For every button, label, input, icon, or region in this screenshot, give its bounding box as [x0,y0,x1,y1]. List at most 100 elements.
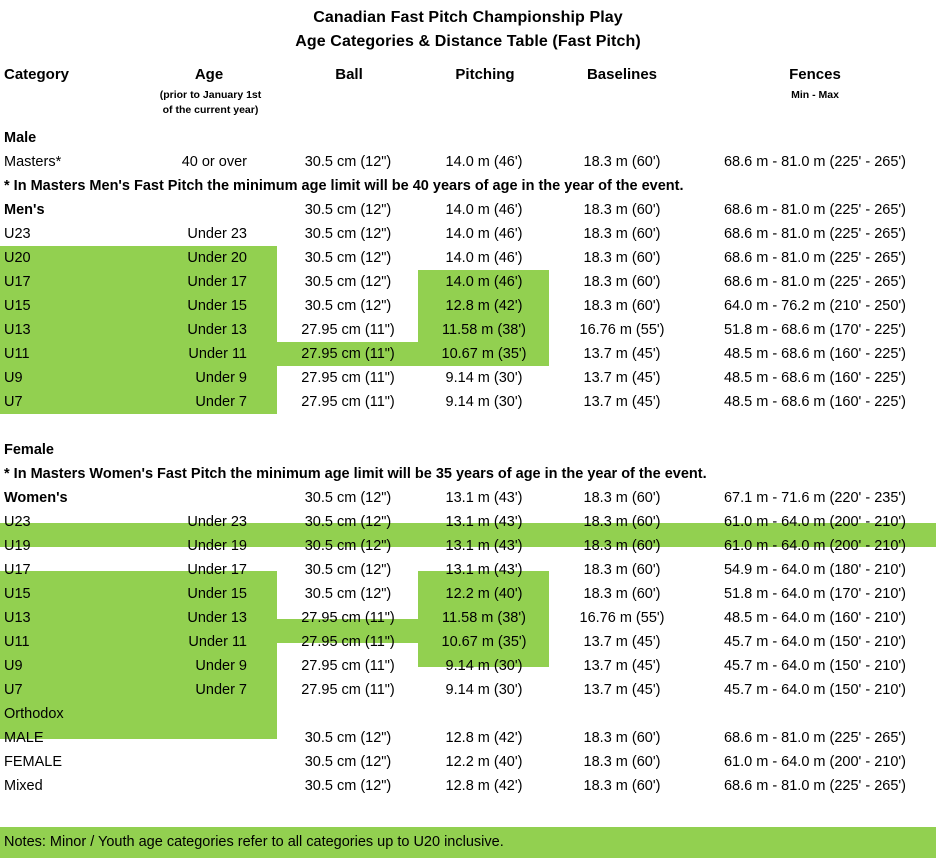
cell-age: Under 20 [187,250,247,266]
table-row: U23 Under 23 30.5 cm (12") 14.0 m (46') … [0,222,936,246]
table-row: U11 Under 11 27.95 cm (11") 10.67 m (35'… [0,342,936,366]
cell-pitching: 11.58 m (38') [442,322,526,338]
cell-category: U11 [4,634,30,650]
male-masters-note-row: * In Masters Men's Fast Pitch the minimu… [0,174,936,198]
cell-fences: 68.6 m - 81.0 m (225' - 265') [723,778,907,794]
cell-fences: 48.5 m - 68.6 m (160' - 225') [723,370,907,386]
table-row: U20 Under 20 30.5 cm (12") 14.0 m (46') … [0,246,936,270]
cell-category: U19 [4,538,31,554]
cell-ball: 30.5 cm (12") [304,730,392,746]
cell-category: Women's [4,490,68,506]
cell-age: Under 19 [187,538,247,554]
cell-pitching: 12.8 m (42') [445,778,523,794]
cell-pitching: 11.58 m (38') [442,610,526,626]
cell-fences: 48.5 m - 68.6 m (160' - 225') [723,394,907,410]
cell-baselines: 18.3 m (60') [583,562,661,578]
cell-age: 40 or over [181,154,247,170]
cell-baselines: 16.76 m (55') [579,322,665,338]
cell-baselines: 13.7 m (45') [583,658,661,674]
cell-baselines: 18.3 m (60') [583,538,661,554]
cell-fences: 45.7 m - 64.0 m (150' - 210') [723,658,907,674]
title-line-1: Canadian Fast Pitch Championship Play [313,9,623,26]
cell-ball: 27.95 cm (11") [301,346,395,362]
cell-age: Under 7 [195,682,247,698]
cell-fences: 48.5 m - 68.6 m (160' - 225') [723,346,907,362]
cell-category: Masters* [4,154,62,170]
cell-baselines: 13.7 m (45') [583,634,661,650]
cell-age: Under 9 [195,658,247,674]
cell-fences: 68.6 m - 81.0 m (225' - 265') [723,226,907,242]
column-header-age: Age [194,66,224,83]
table-row: U17 Under 17 30.5 cm (12") 14.0 m (46') … [0,270,936,294]
cell-fences: 68.6 m - 81.0 m (225' - 265') [723,274,907,290]
cell-fences: 61.0 m - 64.0 m (200' - 210') [723,538,907,554]
table-row: U19 Under 19 30.5 cm (12") 13.1 m (43') … [0,534,936,558]
cell-fences: 61.0 m - 64.0 m (200' - 210') [723,514,907,530]
table-row: Masters* 40 or over 30.5 cm (12") 14.0 m… [0,150,936,174]
cell-ball: 27.95 cm (11") [301,370,395,386]
cell-category: U7 [4,394,23,410]
cell-category: U20 [4,250,31,266]
cell-ball: 30.5 cm (12") [304,490,392,506]
cell-category: U11 [4,346,30,362]
section-label-male: Male [4,130,37,146]
cell-fences: 48.5 m - 64.0 m (160' - 210') [723,610,907,626]
cell-baselines: 18.3 m (60') [583,730,661,746]
cell-fences: 54.9 m - 64.0 m (180' - 210') [723,562,907,578]
cell-baselines: 13.7 m (45') [583,370,661,386]
cell-category: MALE [4,730,44,746]
table-row: U9 Under 9 27.95 cm (11") 9.14 m (30') 1… [0,366,936,390]
cell-fences: 68.6 m - 81.0 m (225' - 265') [723,202,907,218]
cell-age: Under 7 [195,394,247,410]
column-header-ball: Ball [335,66,363,83]
table-row: U7 Under 7 27.95 cm (11") 9.14 m (30') 1… [0,678,936,702]
cell-baselines: 16.76 m (55') [579,610,665,626]
cell-baselines: 18.3 m (60') [583,586,661,602]
cell-fences: 67.1 m - 71.6 m (220' - 235') [723,490,907,506]
cell-pitching: 13.1 m (43') [445,514,523,530]
column-header-pitching: Pitching [455,66,515,83]
cell-ball: 27.95 cm (11") [301,322,395,338]
cell-baselines: 13.7 m (45') [583,346,661,362]
table-row: U23 Under 23 30.5 cm (12") 13.1 m (43') … [0,510,936,534]
cell-baselines: 18.3 m (60') [583,154,661,170]
column-header-fences-sub: Min - Max [791,89,839,101]
cell-ball: 30.5 cm (12") [304,298,392,314]
cell-pitching: 14.0 m (46') [445,250,523,266]
cell-age: Under 9 [195,370,247,386]
column-header-baselines: Baselines [586,66,658,83]
cell-ball: 30.5 cm (12") [304,274,392,290]
cell-age: Under 23 [187,514,247,530]
cell-ball: 30.5 cm (12") [304,226,392,242]
cell-baselines: 18.3 m (60') [583,754,661,770]
section-header-male: Male [0,126,936,150]
cell-category: U13 [4,322,31,338]
cell-category: U17 [4,562,31,578]
cell-baselines: 18.3 m (60') [583,778,661,794]
cell-pitching: 13.1 m (43') [445,490,523,506]
table-row: FEMALE 30.5 cm (12") 12.2 m (40') 18.3 m… [0,750,936,774]
cell-ball: 27.95 cm (11") [301,682,395,698]
cell-fences: 45.7 m - 64.0 m (150' - 210') [723,634,907,650]
table-rows: Male Masters* 40 or over 30.5 cm (12") 1… [0,126,936,798]
cell-baselines: 13.7 m (45') [583,394,661,410]
cell-fences: 68.6 m - 81.0 m (225' - 265') [723,730,907,746]
cell-pitching: 9.14 m (30') [445,370,523,386]
cell-pitching: 12.8 m (42') [445,298,523,314]
cell-category: U9 [4,658,23,674]
cell-category: U13 [4,610,31,626]
section-label-female: Female [4,442,54,458]
cell-ball: 30.5 cm (12") [304,754,392,770]
cell-fences: 68.6 m - 81.0 m (225' - 265') [723,154,907,170]
cell-age: Under 17 [187,562,247,578]
cell-ball: 30.5 cm (12") [304,250,392,266]
cell-category: U23 [4,226,31,242]
cell-age: Under 11 [188,346,247,362]
cell-ball: 30.5 cm (12") [304,202,392,218]
table-row: U17 Under 17 30.5 cm (12") 13.1 m (43') … [0,558,936,582]
cell-pitching: 10.67 m (35') [441,634,527,650]
cell-baselines: 13.7 m (45') [583,682,661,698]
cell-ball: 27.95 cm (11") [301,634,395,650]
cell-ball: 30.5 cm (12") [304,154,392,170]
table-row: U15 Under 15 30.5 cm (12") 12.8 m (42') … [0,294,936,318]
